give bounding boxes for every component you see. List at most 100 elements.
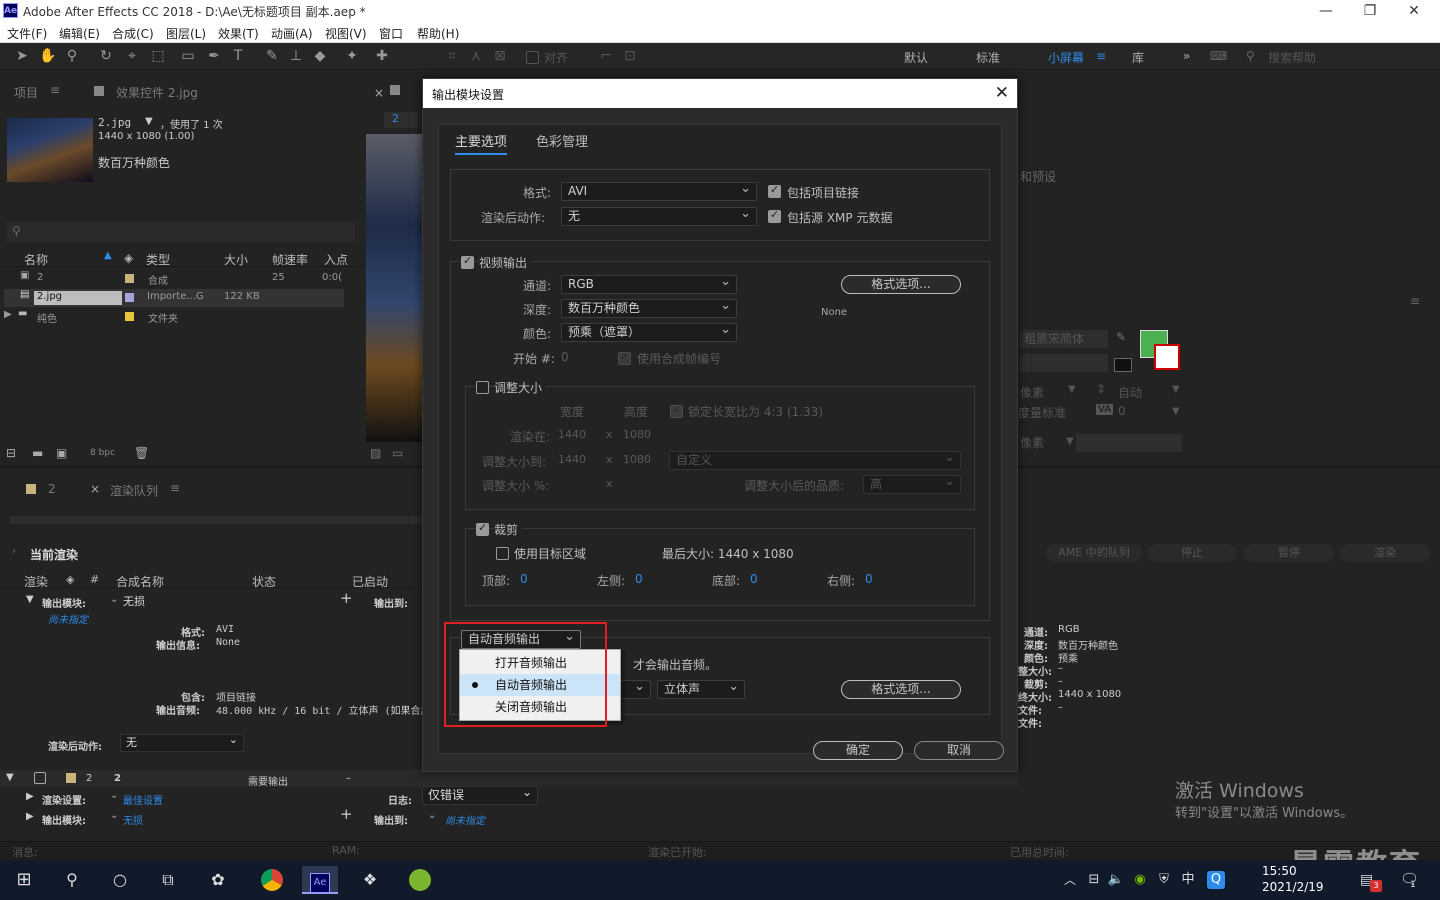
col-name[interactable]: 名称 bbox=[24, 251, 48, 268]
clone-stamp-tool-icon[interactable]: ⊥ bbox=[286, 47, 306, 65]
pause-button[interactable]: 暂停 bbox=[1244, 544, 1334, 562]
label-color-swatch[interactable] bbox=[125, 274, 134, 283]
effects-controls-tab[interactable]: 效果控件 2.jpg bbox=[116, 84, 198, 101]
menu-layer[interactable]: 图层(L) bbox=[166, 25, 206, 42]
world-axis-icon[interactable]: ⋏ bbox=[466, 47, 486, 65]
post-render-select[interactable]: 无 ⌄ bbox=[120, 733, 244, 752]
audio-channels-select[interactable]: 立体声 bbox=[657, 678, 745, 699]
use-comp-frame-checkbox[interactable] bbox=[618, 350, 631, 365]
menu-edit[interactable]: 编辑(E) bbox=[59, 25, 100, 42]
depth-select[interactable]: 数百万种颜色 bbox=[561, 297, 737, 318]
start-frame-value[interactable]: 0 bbox=[561, 350, 569, 364]
dialog-close-icon[interactable]: ✕ bbox=[995, 83, 1009, 103]
workspace-default[interactable]: 默认 bbox=[904, 49, 928, 66]
search-icon[interactable]: ⚲ bbox=[58, 866, 86, 894]
format-select[interactable]: AVI bbox=[561, 180, 757, 201]
crop-top-value[interactable]: 0 bbox=[520, 572, 528, 586]
video-output-checkbox[interactable] bbox=[461, 254, 474, 269]
post-render-select[interactable]: 无 bbox=[561, 205, 757, 226]
resize-preset-select[interactable]: 自定义 bbox=[669, 449, 961, 470]
audio-format-options-button[interactable]: 格式选项... bbox=[841, 680, 961, 699]
add-output-module-icon[interactable]: + bbox=[340, 805, 353, 823]
tracking-value[interactable]: 0 bbox=[1118, 404, 1126, 418]
stroke-type-select[interactable] bbox=[1076, 434, 1182, 452]
output-module-value[interactable]: 无损 bbox=[123, 593, 145, 609]
pen-tool-icon[interactable]: ✒ bbox=[204, 47, 224, 65]
render-queue-tab[interactable]: 渲染队列 bbox=[110, 482, 158, 499]
crop-checkbox[interactable] bbox=[476, 521, 489, 536]
trash-icon[interactable]: 🗑 bbox=[134, 446, 149, 460]
cortana-icon[interactable]: ○ bbox=[106, 866, 134, 894]
expand-arrow-icon[interactable]: ▶ bbox=[4, 309, 12, 320]
melon-app-icon[interactable] bbox=[406, 866, 434, 894]
tab-color-management[interactable]: 色彩管理 bbox=[536, 131, 588, 150]
new-folder-icon[interactable]: ▬ bbox=[32, 446, 43, 460]
render-settings-value[interactable]: 最佳设置 bbox=[123, 792, 163, 807]
resize-checkbox[interactable] bbox=[476, 381, 489, 394]
menu-effect[interactable]: 效果(T) bbox=[218, 25, 259, 42]
eraser-tool-icon[interactable]: ◆ bbox=[310, 47, 330, 65]
roto-brush-tool-icon[interactable]: ✦ bbox=[342, 47, 362, 65]
local-axis-icon[interactable]: ⌗ bbox=[442, 47, 462, 65]
render-settings-dropdown-icon[interactable]: ⌄ bbox=[110, 790, 118, 801]
add-output-module-icon[interactable]: + bbox=[340, 589, 353, 607]
resize-quality-select[interactable]: 高 bbox=[863, 473, 961, 494]
expand-arrow-icon[interactable]: ▶ bbox=[26, 811, 34, 822]
crop-left-value[interactable]: 0 bbox=[635, 572, 643, 586]
workspace-standard[interactable]: 标准 bbox=[976, 49, 1000, 66]
col-size[interactable]: 大小 bbox=[224, 251, 248, 268]
label-color-swatch[interactable] bbox=[125, 312, 134, 321]
output-module2-dropdown-icon[interactable]: ⌄ bbox=[110, 810, 118, 821]
collapse-arrow-icon[interactable]: ▼ bbox=[6, 772, 14, 783]
snap-checkbox[interactable] bbox=[526, 51, 539, 64]
dropdown-arrow-icon[interactable]: ▼ bbox=[1066, 436, 1074, 447]
color-select[interactable]: 预乘（遮罩） bbox=[561, 321, 737, 342]
label-color-swatch[interactable] bbox=[66, 773, 76, 783]
pinwheel-app-icon[interactable]: ✿ bbox=[204, 866, 232, 894]
col-fps[interactable]: 帧速率 bbox=[272, 251, 308, 268]
workspace-small-screen[interactable]: 小屏幕 bbox=[1048, 49, 1084, 66]
crop-right-value[interactable]: 0 bbox=[865, 572, 873, 586]
snap-option-icon[interactable]: ⌐ bbox=[596, 47, 616, 65]
comp-view-tab[interactable]: 2 bbox=[384, 112, 418, 128]
type-tool-icon[interactable]: T bbox=[228, 47, 248, 65]
sync-settings-icon[interactable]: ⌨ bbox=[1210, 49, 1227, 63]
menu-window[interactable]: 窗口 bbox=[379, 25, 403, 42]
app-taskbar-icon[interactable]: ❖ bbox=[356, 866, 384, 894]
monitor-icon[interactable]: ▭ bbox=[392, 446, 403, 460]
include-xmp-checkbox[interactable] bbox=[768, 208, 781, 223]
close-window-button[interactable]: ✕ bbox=[1394, 2, 1434, 20]
font-style-select[interactable] bbox=[1020, 354, 1108, 372]
ime-indicator[interactable]: 中 bbox=[1174, 866, 1202, 894]
col-in[interactable]: 入点 bbox=[324, 251, 348, 268]
project-search-input[interactable] bbox=[7, 222, 355, 242]
rotate-tool-icon[interactable]: ↻ bbox=[96, 47, 116, 65]
label-color-swatch[interactable] bbox=[125, 293, 134, 302]
comp-viewer-image[interactable] bbox=[366, 134, 422, 442]
pan-behind-tool-icon[interactable]: ⬚ bbox=[148, 47, 168, 65]
include-project-link-checkbox[interactable] bbox=[768, 183, 781, 198]
collapse-arrow-icon[interactable]: ▼ bbox=[26, 594, 34, 605]
snap-option2-icon[interactable]: ⊡ bbox=[620, 47, 640, 65]
project-row-jpg[interactable]: ▤ 2.jpg Importe...G 122 KB bbox=[4, 289, 344, 307]
leading-value[interactable]: 自动 bbox=[1118, 384, 1142, 401]
expand-arrow-icon[interactable]: ▶ bbox=[26, 791, 34, 802]
windows-start-icon[interactable]: ⊞ bbox=[10, 866, 38, 894]
menu-composition[interactable]: 合成(C) bbox=[112, 25, 154, 42]
render-queue-menu-icon[interactable]: ≡ bbox=[170, 481, 180, 495]
view-axis-icon[interactable]: ⊠ bbox=[490, 47, 510, 65]
lock-aspect-checkbox[interactable] bbox=[670, 403, 683, 418]
render-item-row[interactable]: ▼ 2 2 需要输出 – bbox=[0, 770, 1018, 788]
channel-select[interactable]: RGB bbox=[561, 273, 737, 294]
menu-animation[interactable]: 动画(A) bbox=[271, 25, 313, 42]
task-view-icon[interactable]: ⧉ bbox=[154, 866, 182, 894]
qq-icon[interactable]: Q bbox=[1202, 866, 1230, 894]
resize-to-height[interactable]: 1080 bbox=[623, 453, 651, 466]
camera-tool-icon[interactable]: ⌖ bbox=[122, 47, 142, 65]
dropdown-arrow-icon[interactable]: ▼ bbox=[1172, 384, 1180, 395]
output-module-dropdown-icon[interactable]: ⌄ bbox=[110, 594, 118, 605]
bpc-toggle[interactable]: 8 bpc bbox=[90, 448, 115, 458]
zoom-tool-icon[interactable]: ⚲ bbox=[62, 47, 82, 65]
menu-file[interactable]: 文件(F) bbox=[7, 25, 47, 42]
chrome-icon[interactable] bbox=[258, 866, 286, 894]
